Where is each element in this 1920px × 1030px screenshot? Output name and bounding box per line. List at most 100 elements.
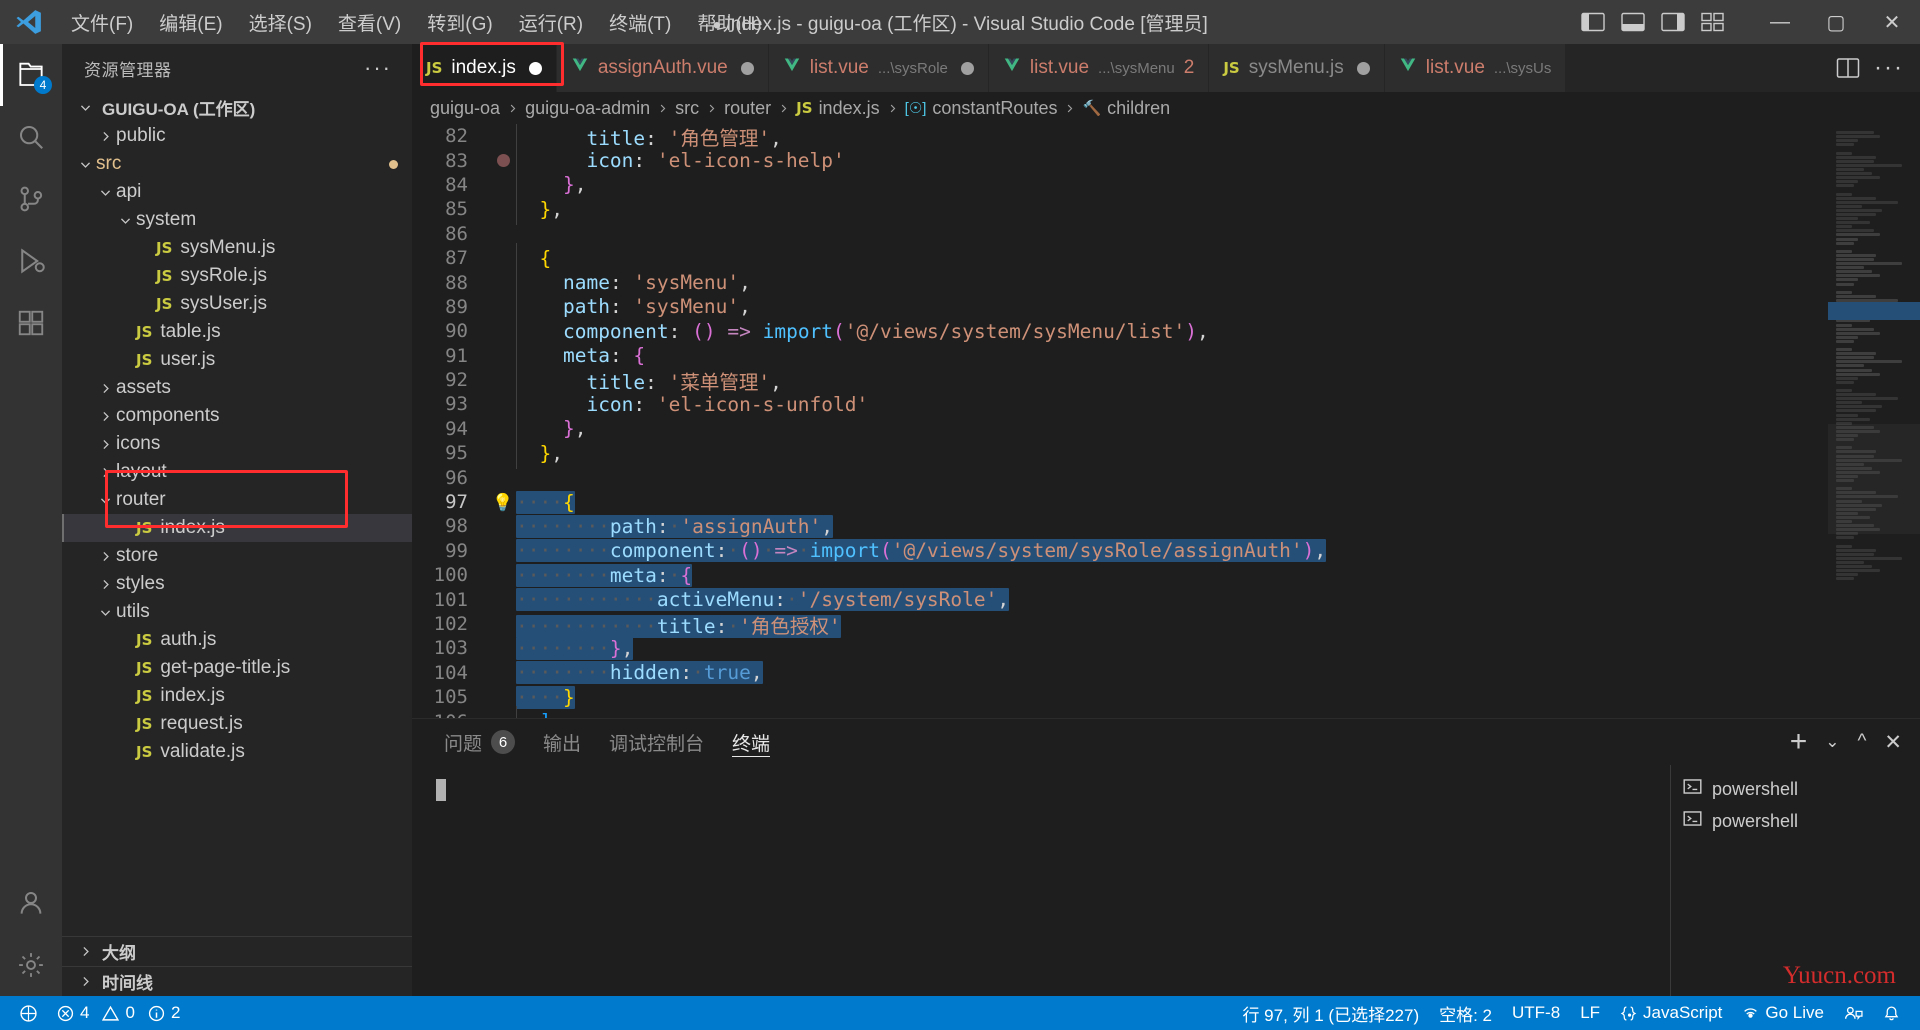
- maximize-button[interactable]: ▢: [1808, 0, 1864, 44]
- tree-item-sysRole-js[interactable]: JSsysRole.js: [62, 262, 412, 290]
- code-line-105[interactable]: 105····}: [412, 685, 1828, 709]
- status-remote[interactable]: [10, 996, 47, 1030]
- editor-tab-sysMenu-js[interactable]: JSsysMenu.js: [1209, 44, 1384, 92]
- code-line-95[interactable]: 95 },: [412, 441, 1828, 465]
- editor-tab-list-vue-3[interactable]: list.vue...\sysMenu2: [989, 44, 1209, 92]
- minimap-slider[interactable]: [1828, 424, 1920, 534]
- code-line-91[interactable]: 91 meta: {: [412, 344, 1828, 368]
- code-line-97[interactable]: 97💡····{: [412, 490, 1828, 514]
- menu-run[interactable]: 运行(R): [506, 5, 596, 40]
- breadcrumb-item-constantRoutes[interactable]: [☉]constantRoutes: [905, 98, 1058, 119]
- code-line-96[interactable]: 96: [412, 465, 1828, 489]
- activity-explorer[interactable]: 4: [0, 44, 62, 106]
- editor-tab-index-js[interactable]: JSindex.js: [412, 44, 557, 92]
- close-panel-icon[interactable]: ✕: [1884, 730, 1902, 755]
- code-line-85[interactable]: 85 },: [412, 197, 1828, 221]
- tree-item-user-js[interactable]: JSuser.js: [62, 346, 412, 374]
- new-terminal-icon[interactable]: +: [1790, 725, 1808, 759]
- tree-item-api[interactable]: api: [62, 178, 412, 206]
- activity-run-debug[interactable]: [0, 230, 62, 292]
- status-problems[interactable]: 4 0 2: [47, 996, 190, 1030]
- editor-tab-list-vue-5[interactable]: list.vue...\sysUs: [1385, 44, 1567, 92]
- activity-settings-gear-icon[interactable]: [0, 934, 62, 996]
- tree-item-icons[interactable]: icons: [62, 430, 412, 458]
- code-line-103[interactable]: 103········},: [412, 636, 1828, 660]
- terminal-item-0[interactable]: powershell: [1671, 773, 1920, 805]
- status-language-mode[interactable]: JavaScript: [1610, 996, 1732, 1030]
- maximize-panel-icon[interactable]: ^: [1857, 731, 1866, 753]
- code-line-86[interactable]: 86: [412, 222, 1828, 246]
- terminal-view[interactable]: [412, 765, 1670, 996]
- tree-item-components[interactable]: components: [62, 402, 412, 430]
- breadcrumb-item-children[interactable]: 🔨children: [1082, 98, 1170, 119]
- code-line-84[interactable]: 84 },: [412, 173, 1828, 197]
- code-line-104[interactable]: 104········hidden:·true,: [412, 661, 1828, 685]
- tree-item-store[interactable]: store: [62, 542, 412, 570]
- terminal-item-1[interactable]: powershell: [1671, 805, 1920, 837]
- lightbulb-quickfix-icon[interactable]: 💡: [492, 494, 513, 511]
- file-tree[interactable]: publicsrcapisystemJSsysMenu.jsJSsysRole.…: [62, 122, 412, 936]
- menu-selection[interactable]: 选择(S): [236, 5, 325, 40]
- breadcrumb-item-router[interactable]: router: [724, 98, 771, 119]
- code-line-82[interactable]: 82 title: '角色管理',: [412, 124, 1828, 148]
- breakpoint-icon[interactable]: [497, 154, 510, 167]
- code-line-99[interactable]: 99········component:·()·=>·import('@/vie…: [412, 539, 1828, 563]
- terminal-dropdown-icon[interactable]: ⌄: [1825, 732, 1839, 752]
- code-line-98[interactable]: 98········path:·'assignAuth',: [412, 514, 1828, 538]
- tree-item-sysUser-js[interactable]: JSsysUser.js: [62, 290, 412, 318]
- breadcrumb-item-guigu-oa-admin[interactable]: guigu-oa-admin: [525, 98, 650, 119]
- tree-item-index-js[interactable]: JSindex.js: [62, 514, 412, 542]
- code-line-106[interactable]: 106 ]: [412, 709, 1828, 718]
- tree-item-public[interactable]: public: [62, 122, 412, 150]
- code-line-89[interactable]: 89 path: 'sysMenu',: [412, 295, 1828, 319]
- minimize-button[interactable]: —: [1752, 0, 1808, 44]
- minimap[interactable]: [1828, 124, 1920, 718]
- status-go-live[interactable]: Go Live: [1732, 996, 1834, 1030]
- status-cursor-position[interactable]: 行 97, 列 1 (已选择227): [1232, 996, 1429, 1030]
- menu-terminal[interactable]: 终端(T): [596, 5, 684, 40]
- menu-edit[interactable]: 编辑(E): [146, 5, 235, 40]
- activity-search[interactable]: [0, 106, 62, 168]
- menu-bar[interactable]: 文件(F) 编辑(E) 选择(S) 查看(V) 转到(G) 运行(R) 终端(T…: [58, 5, 775, 40]
- customize-layout-icon[interactable]: [1700, 11, 1726, 33]
- tree-item-router[interactable]: router: [62, 486, 412, 514]
- editor-more-actions-icon[interactable]: ···: [1874, 54, 1904, 82]
- tree-item-src[interactable]: src: [62, 150, 412, 178]
- status-notifications-bell-icon[interactable]: [1873, 996, 1910, 1030]
- status-live-share-icon[interactable]: [1834, 996, 1873, 1030]
- tree-item-request-js[interactable]: JSrequest.js: [62, 710, 412, 738]
- terminal-list[interactable]: powershellpowershell: [1670, 765, 1920, 996]
- toggle-primary-sidebar-icon[interactable]: [1580, 11, 1606, 33]
- activity-source-control[interactable]: [0, 168, 62, 230]
- panel-tab-输出[interactable]: 输出: [529, 719, 595, 765]
- breadcrumb-item-guigu-oa[interactable]: guigu-oa: [430, 98, 500, 119]
- workspace-root-row[interactable]: GUIGU-OA (工作区): [62, 92, 412, 122]
- status-eol[interactable]: LF: [1570, 996, 1610, 1030]
- menu-go[interactable]: 转到(G): [414, 5, 505, 40]
- tree-item-auth-js[interactable]: JSauth.js: [62, 626, 412, 654]
- code-line-90[interactable]: 90 component: () => import('@/views/syst…: [412, 319, 1828, 343]
- tree-item-layout[interactable]: layout: [62, 458, 412, 486]
- editor-tab-bar[interactable]: JSindex.jsassignAuth.vuelist.vue...\sysR…: [412, 44, 1920, 92]
- code-line-92[interactable]: 92 title: '菜单管理',: [412, 368, 1828, 392]
- toggle-panel-icon[interactable]: [1620, 11, 1646, 33]
- code-editor[interactable]: 82 title: '角色管理',83 icon: 'el-icon-s-hel…: [412, 124, 1920, 718]
- activity-extensions[interactable]: [0, 292, 62, 354]
- breadcrumb-item-src[interactable]: src: [675, 98, 699, 119]
- breadcrumb[interactable]: guigu-oa guigu-oa-admin src router JSindex.j…: [412, 92, 1920, 124]
- tree-item-table-js[interactable]: JStable.js: [62, 318, 412, 346]
- sidebar-section-outline[interactable]: 大纲: [62, 936, 412, 966]
- code-line-83[interactable]: 83 icon: 'el-icon-s-help': [412, 148, 1828, 172]
- code-line-102[interactable]: 102············title:·'角色授权': [412, 612, 1828, 636]
- code-line-88[interactable]: 88 name: 'sysMenu',: [412, 270, 1828, 294]
- tree-item-styles[interactable]: styles: [62, 570, 412, 598]
- tree-item-utils[interactable]: utils: [62, 598, 412, 626]
- tree-item-validate-js[interactable]: JSvalidate.js: [62, 738, 412, 766]
- breadcrumb-item-index-js[interactable]: JSindex.js: [796, 98, 879, 119]
- panel-tab-bar[interactable]: 问题6输出调试控制台终端 + ⌄ ^ ✕: [412, 719, 1920, 765]
- tree-item-get-page-title-js[interactable]: JSget-page-title.js: [62, 654, 412, 682]
- code-line-100[interactable]: 100········meta:·{: [412, 563, 1828, 587]
- close-button[interactable]: ✕: [1864, 0, 1920, 44]
- sidebar-section-timeline[interactable]: 时间线: [62, 966, 412, 996]
- menu-help[interactable]: 帮助(H): [684, 5, 774, 40]
